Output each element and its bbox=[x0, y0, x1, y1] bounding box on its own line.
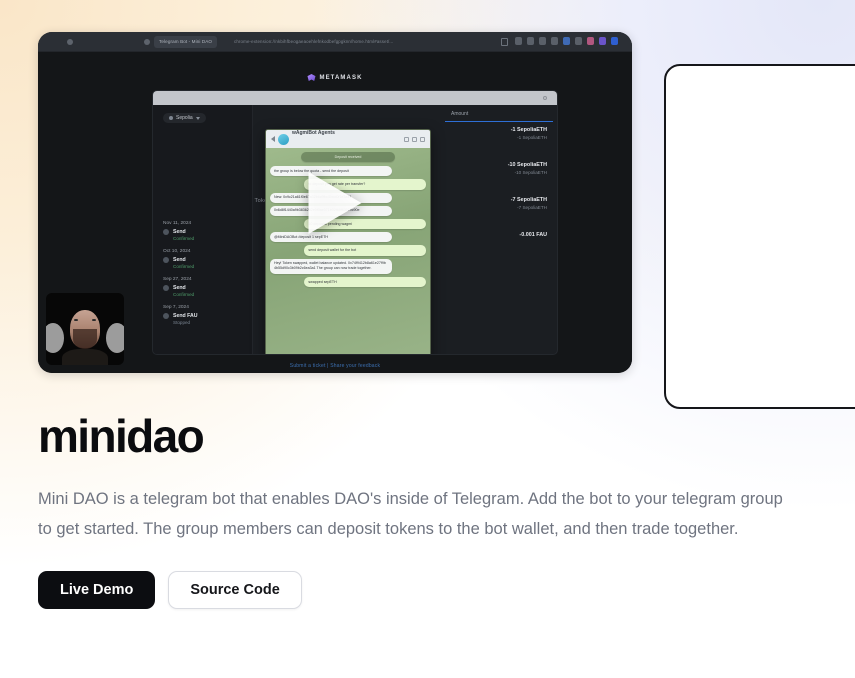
project-showcase-page: Telegram Bot - Mini DAO chrome-extension… bbox=[0, 0, 855, 678]
beard-shape bbox=[73, 329, 97, 349]
amount-cell: -7 SepoliaETH -7 SepoliaETH bbox=[445, 197, 547, 210]
search-icon[interactable] bbox=[404, 136, 409, 142]
app-top-bar bbox=[153, 91, 557, 105]
network-dot-icon bbox=[169, 116, 173, 120]
amount-cell: -10 SepoliaETH -10 SepoliaETH bbox=[445, 162, 547, 175]
more-icon[interactable] bbox=[543, 96, 547, 100]
background-shape bbox=[106, 323, 124, 353]
transaction-date: Sep 7, 2024 bbox=[163, 305, 189, 310]
browser-chrome-bar: Telegram Bot - Mini DAO chrome-extension… bbox=[38, 32, 632, 52]
project-description: Mini DAO is a telegram bot that enables … bbox=[38, 489, 783, 539]
metamask-fox-icon bbox=[307, 74, 316, 81]
transaction-row[interactable]: Sep 7, 2024 Send FAU Stopped bbox=[153, 305, 252, 325]
transaction-date: Oct 10, 2024 bbox=[163, 249, 191, 254]
send-icon bbox=[163, 229, 169, 235]
transaction-status: Confirmed bbox=[173, 264, 195, 269]
media-row: Telegram Bot - Mini DAO chrome-extension… bbox=[0, 32, 855, 409]
presenter-torso bbox=[62, 349, 108, 365]
divider bbox=[445, 121, 553, 122]
transaction-status: Confirmed bbox=[173, 236, 195, 241]
transaction-row[interactable]: Nov 11, 2024 Send Confirmed bbox=[153, 221, 252, 241]
transaction-name: Send bbox=[173, 229, 186, 235]
browser-tab-title[interactable]: Telegram Bot - Mini DAO bbox=[154, 36, 218, 48]
extension-icon[interactable] bbox=[575, 37, 582, 45]
amount-cell: -0.001 FAU bbox=[445, 232, 547, 238]
profile-icon[interactable] bbox=[611, 37, 618, 45]
amount-secondary: -7 SepoliaETH bbox=[517, 205, 547, 210]
chat-title: wAgmiBot Agents bbox=[292, 130, 335, 136]
live-demo-button[interactable]: Live Demo bbox=[38, 570, 156, 610]
network-name: Sepolia bbox=[176, 115, 193, 121]
chevron-down-icon bbox=[195, 116, 200, 120]
extension-icon[interactable] bbox=[539, 37, 546, 45]
menu-icon[interactable] bbox=[420, 136, 425, 142]
transaction-date: Nov 11, 2024 bbox=[163, 221, 192, 226]
transaction-list: Nov 11, 2024 Send Confirmed Oct 10, 2024 bbox=[153, 221, 252, 333]
transaction-date: Sep 27, 2024 bbox=[163, 277, 192, 282]
action-buttons: Live Demo Source Code bbox=[38, 570, 808, 610]
transaction-row[interactable]: Sep 27, 2024 Send Confirmed bbox=[153, 277, 252, 297]
send-icon bbox=[163, 285, 169, 291]
chat-message: @MiniDAOBot /deposit 1 sepETH bbox=[270, 232, 392, 243]
send-icon bbox=[163, 257, 169, 263]
next-project-card[interactable] bbox=[664, 64, 855, 409]
video-caption: Submit a ticket | Share your feedback bbox=[289, 363, 381, 369]
amount-cell: -1 SepoliaETH -1 SepoliaETH bbox=[445, 127, 547, 140]
call-icon[interactable] bbox=[412, 136, 417, 142]
transaction-row[interactable]: Oct 10, 2024 Send Confirmed bbox=[153, 249, 252, 269]
network-selector[interactable]: Sepolia bbox=[163, 113, 206, 123]
extension-icon[interactable] bbox=[599, 37, 606, 45]
transaction-status: Stopped bbox=[173, 320, 191, 325]
play-button-icon[interactable] bbox=[308, 171, 362, 234]
transaction-name: Send bbox=[173, 257, 186, 263]
metamask-brand: METAMASK bbox=[307, 74, 362, 81]
extension-icon[interactable] bbox=[563, 37, 570, 45]
chat-header-actions[interactable] bbox=[404, 136, 425, 142]
extension-icon[interactable] bbox=[515, 37, 522, 45]
back-arrow-icon[interactable] bbox=[271, 136, 275, 142]
transaction-name: Send bbox=[173, 285, 186, 291]
send-icon bbox=[163, 313, 169, 319]
amount-secondary: -10 SepoliaETH bbox=[514, 170, 547, 175]
telegram-window: wAgmiBot Agents bot Deposit received bbox=[265, 129, 431, 354]
transaction-status: Confirmed bbox=[173, 292, 195, 297]
system-message: Deposit received bbox=[301, 152, 395, 163]
home-icon[interactable] bbox=[551, 37, 558, 45]
share-icon[interactable] bbox=[501, 38, 508, 46]
browser-address-bar[interactable]: chrome-extension://nkbihfbeogaeaoehlefnk… bbox=[234, 36, 394, 48]
browser-nav-icon bbox=[67, 39, 73, 45]
activity-panel: Sepolia Tokens Nov 11, 2024 Send bbox=[153, 105, 274, 354]
amount-list: -1 SepoliaETH -1 SepoliaETH -10 SepoliaE… bbox=[445, 127, 547, 260]
amount-primary: -10 SepoliaETH bbox=[507, 162, 547, 168]
chat-message: swapped sepETH bbox=[304, 277, 426, 288]
page-title: minidao bbox=[38, 410, 205, 462]
browser-extension-icons[interactable] bbox=[515, 37, 618, 45]
amount-panel: Amount -1 SepoliaETH -1 SepoliaETH -10 S… bbox=[445, 105, 557, 354]
amount-primary: -1 SepoliaETH bbox=[510, 127, 547, 133]
amount-primary: -0.001 FAU bbox=[519, 232, 547, 238]
metamask-wordmark: METAMASK bbox=[319, 74, 363, 81]
amount-primary: -7 SepoliaETH bbox=[510, 197, 547, 203]
browser-tab-favicon bbox=[144, 39, 150, 45]
avatar bbox=[278, 133, 289, 145]
telegram-chat-header: wAgmiBot Agents bot bbox=[266, 130, 430, 153]
amount-column-header: Amount bbox=[451, 111, 469, 117]
chat-message: Hey! Token swapped, wallet balance updat… bbox=[270, 258, 392, 275]
transaction-name: Send FAU bbox=[173, 313, 198, 319]
background-shape bbox=[46, 323, 64, 353]
amount-secondary: -1 SepoliaETH bbox=[517, 135, 547, 140]
extension-icon[interactable] bbox=[587, 37, 594, 45]
project-video-player[interactable]: Telegram Bot - Mini DAO chrome-extension… bbox=[38, 32, 632, 373]
extension-icon[interactable] bbox=[527, 37, 534, 45]
project-details: minidao Mini DAO is a telegram bot that … bbox=[38, 410, 808, 610]
presenter-webcam bbox=[46, 293, 124, 365]
chat-message: send deposit wallet for the bot bbox=[304, 245, 426, 256]
source-code-button[interactable]: Source Code bbox=[168, 570, 302, 610]
